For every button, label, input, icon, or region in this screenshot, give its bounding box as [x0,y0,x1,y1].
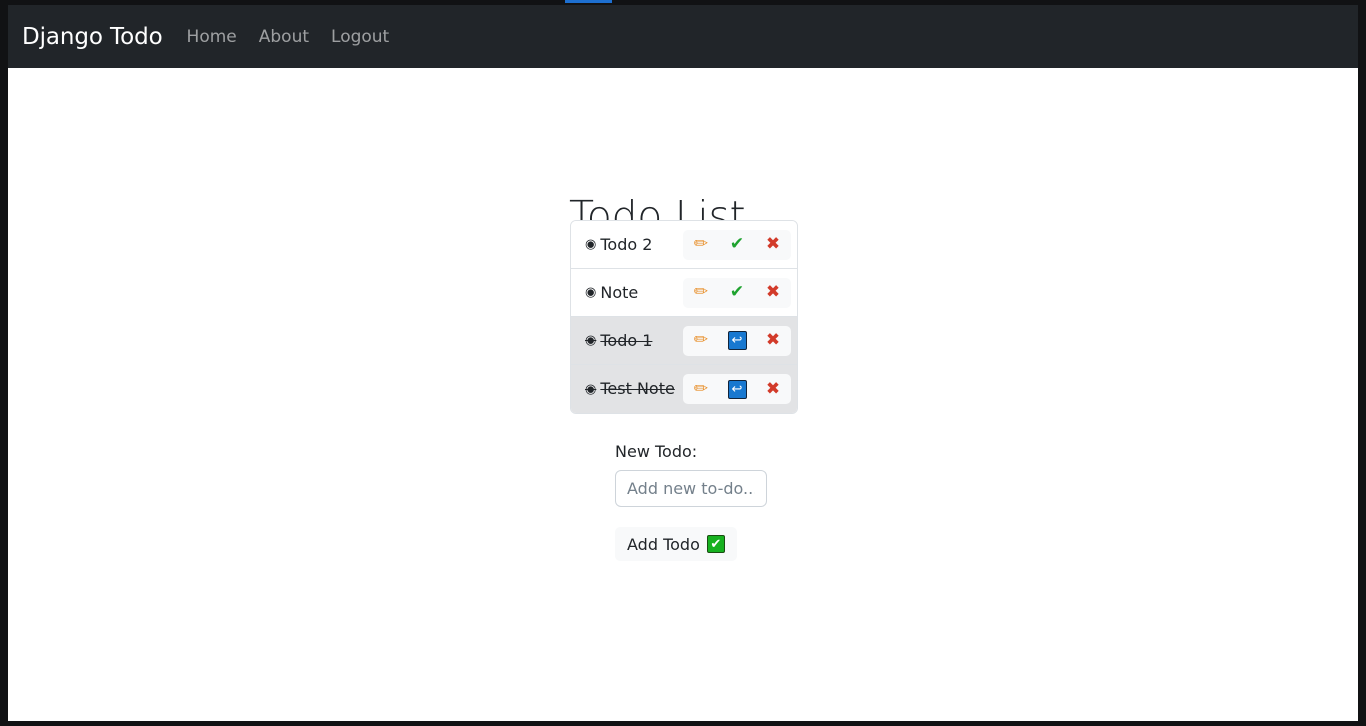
nav-link-logout[interactable]: Logout [331,27,389,47]
todo-list: ◉ Todo 2 ✏ ✔ ✖ ◉ Note ✏ ✔ ✖ ◉ Todo 1 ✏ ↩ ✖ ◉ Test Note ✏ ↩… [570,220,798,414]
todo-item-text: ◉ Note [585,282,639,302]
bullet-icon: ◉ [585,237,597,252]
edit-icon[interactable]: ✏ [683,278,719,308]
navbar-links: Home About Logout [187,27,390,47]
delete-cross-icon[interactable]: ✖ [755,278,791,308]
edit-icon[interactable]: ✏ [683,374,719,404]
todo-item-text: ◉ Test Note [585,381,675,397]
todo-row: ◉ Note ✏ ✔ ✖ [571,269,797,317]
nav-link-home[interactable]: Home [187,27,237,47]
delete-cross-icon[interactable]: ✖ [755,374,791,404]
page-viewport: Django Todo Home About Logout Todo List … [8,5,1358,721]
bullet-icon: ◉ [585,333,597,348]
navbar-brand[interactable]: Django Todo [22,24,163,50]
delete-cross-icon[interactable]: ✖ [755,326,791,356]
browser-frame: Django Todo Home About Logout Todo List … [0,0,1366,726]
todo-row: ◉ Todo 1 ✏ ↩ ✖ [571,317,797,365]
todo-item-label: Todo 1 [600,330,653,350]
checkmark-icon: ✔ [706,535,725,553]
todo-item-text: ◉ Todo 2 [585,234,653,254]
undo-arrow-glyph: ↩ [727,379,747,399]
undo-arrow-glyph: ↩ [727,331,747,350]
todo-actions: ✏ ✔ ✖ [683,229,791,260]
new-todo-input[interactable] [615,470,767,507]
todo-item-label: Note [600,282,639,302]
bullet-icon: ◉ [585,285,597,300]
todo-actions: ✏ ↩ ✖ [683,374,791,404]
page-load-progress-bar [565,0,612,3]
delete-cross-icon[interactable]: ✖ [755,230,791,260]
edit-icon[interactable]: ✏ [683,326,719,356]
undo-arrow-icon[interactable]: ↩ [719,374,755,404]
undo-arrow-icon[interactable]: ↩ [719,326,755,356]
main-content: Todo List ◉ Todo 2 ✏ ✔ ✖ ◉ Note ✏ ✔ ✖ ◉ Todo 1 ✏ ↩ ✖ ◉ T… [8,68,1358,721]
complete-check-icon[interactable]: ✔ [719,230,755,260]
todo-item-label: Test Note [600,379,675,398]
new-todo-label: New Todo: [615,442,698,461]
todo-actions: ✏ ↩ ✖ [683,325,791,356]
add-todo-button-label: Add Todo [627,534,700,554]
add-todo-button[interactable]: Add Todo ✔ [615,527,737,561]
complete-check-icon[interactable]: ✔ [719,278,755,308]
navbar: Django Todo Home About Logout [8,5,1358,68]
nav-link-about[interactable]: About [259,27,309,47]
todo-item-label: Todo 2 [600,234,653,254]
todo-row: ◉ Todo 2 ✏ ✔ ✖ [571,221,797,269]
todo-actions: ✏ ✔ ✖ [683,277,791,308]
edit-icon[interactable]: ✏ [683,230,719,260]
todo-row: ◉ Test Note ✏ ↩ ✖ [571,365,797,413]
bullet-icon: ◉ [585,381,597,397]
todo-item-text: ◉ Todo 1 [585,330,653,350]
